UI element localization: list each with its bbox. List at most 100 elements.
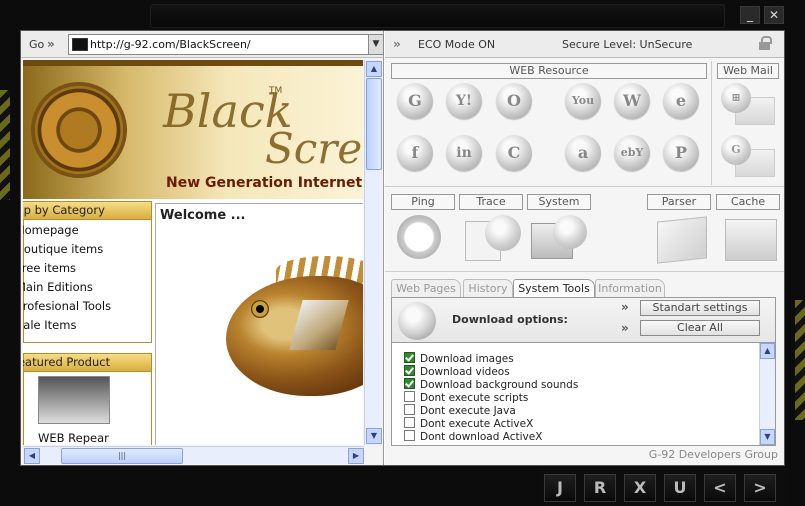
ping-label[interactable]: Ping <box>391 194 455 210</box>
go-arrows-icon[interactable]: » <box>47 37 55 51</box>
option-download-videos[interactable]: Download videos <box>404 365 510 378</box>
options-scrollbar[interactable]: ▲ ▼ <box>759 343 775 445</box>
brand-tm: TM <box>269 86 283 96</box>
category-link[interactable]: Boutique items <box>23 240 151 259</box>
clear-all-button[interactable]: Clear All <box>640 320 760 336</box>
yahoo-icon[interactable]: Y! <box>446 83 482 119</box>
paypal-icon[interactable]: P <box>663 135 699 171</box>
fish-eye <box>251 300 269 318</box>
divider <box>385 271 784 272</box>
amazon-icon[interactable]: a <box>565 135 601 171</box>
facebook-icon[interactable]: f <box>397 135 433 171</box>
linkedin-icon[interactable]: in <box>446 135 482 171</box>
minimize-button[interactable]: _ <box>740 6 760 24</box>
download-globe-icon <box>398 302 436 340</box>
arrows-icon: » <box>621 300 629 314</box>
parser-label[interactable]: Parser <box>647 194 711 210</box>
checkbox[interactable] <box>404 404 415 415</box>
scroll-up-button[interactable]: ▲ <box>366 61 382 77</box>
nav-button-j[interactable]: J <box>544 474 576 502</box>
ebay-icon[interactable]: ebY <box>614 135 650 171</box>
option-no-activex-exec[interactable]: Dont execute ActiveX <box>404 417 533 430</box>
checkbox[interactable] <box>404 430 415 441</box>
wordpress-icon[interactable]: W <box>614 83 650 119</box>
lock-icon[interactable] <box>759 36 772 50</box>
eco-arrows-icon: » <box>393 37 401 51</box>
category-link[interactable]: Main Editions <box>23 278 151 297</box>
secure-level-status: Secure Level: UnSecure <box>562 38 693 51</box>
category-link[interactable]: Free items <box>23 259 151 278</box>
category-link[interactable]: Homepage <box>23 221 151 240</box>
trace-chart-icon[interactable] <box>461 215 523 263</box>
nav-button-r[interactable]: R <box>584 474 616 502</box>
astrolabe-logo-icon <box>35 86 123 174</box>
option-no-activex-download[interactable]: Dont download ActiveX <box>404 430 542 443</box>
gmail-icon[interactable]: G <box>721 135 775 177</box>
checkbox[interactable] <box>404 365 415 376</box>
windows-mail-icon[interactable]: ⊞ <box>721 83 775 125</box>
checkbox[interactable] <box>404 417 415 428</box>
chrome-icon[interactable]: C <box>496 135 532 171</box>
checkbox[interactable] <box>404 391 415 402</box>
scroll-thumb[interactable] <box>366 78 382 170</box>
go-button[interactable]: Go <box>29 38 44 51</box>
url-field[interactable]: http://g-92.com/BlackScreen/ ▼ <box>68 34 384 55</box>
eco-mode-status: ECO Mode ON <box>418 38 496 51</box>
site-tagline: New Generation Internet Tools <box>166 175 363 191</box>
nav-button-close[interactable]: X <box>624 474 656 502</box>
google-icon[interactable]: G <box>397 83 433 119</box>
divider <box>385 186 784 187</box>
tab-system-tools[interactable]: System Tools <box>513 279 595 298</box>
category-header: Shop by Category <box>23 202 151 220</box>
parser-document-icon[interactable] <box>651 215 713 264</box>
opera-icon[interactable]: O <box>496 83 532 119</box>
site-favicon-icon <box>72 38 88 51</box>
download-options-list: Download images Download videos Download… <box>391 342 776 446</box>
youtube-icon[interactable]: You <box>565 83 601 119</box>
right-decor-stripe <box>795 300 805 420</box>
vertical-scrollbar[interactable]: ▲ ▼ <box>364 60 382 445</box>
web-mail-label: Web Mail <box>717 63 779 79</box>
developer-credit: G-92 Developers Group <box>648 448 778 461</box>
close-button[interactable]: ✕ <box>764 6 784 24</box>
horizontal-scrollbar[interactable]: ◀ ||| ▶ <box>23 446 364 464</box>
scroll-right-button[interactable]: ▶ <box>348 448 364 464</box>
brand-word-screen: Screen <box>265 124 363 173</box>
option-download-images[interactable]: Download images <box>404 352 514 365</box>
standart-settings-button[interactable]: Standart settings <box>640 300 760 316</box>
option-no-java[interactable]: Dont execute Java <box>404 404 516 417</box>
options-scroll-up[interactable]: ▲ <box>760 343 775 359</box>
status-bar: » ECO Mode ON Secure Level: UnSecure <box>385 31 784 58</box>
welcome-section: Welcome ... <box>155 203 363 445</box>
nav-back-button[interactable]: < <box>704 474 736 502</box>
category-link[interactable]: Profesional Tools <box>23 297 151 316</box>
featured-product-label[interactable]: WEB Repear <box>38 431 109 445</box>
option-no-scripts[interactable]: Dont execute scripts <box>404 391 528 404</box>
trace-label[interactable]: Trace <box>459 194 523 210</box>
web-resource-label: WEB Resource <box>391 63 707 79</box>
url-text[interactable]: http://g-92.com/BlackScreen/ <box>90 38 251 51</box>
title-rail <box>150 4 725 28</box>
ping-clock-icon[interactable] <box>393 215 455 263</box>
tab-web-pages[interactable]: Web Pages <box>391 279 461 297</box>
cache-box-icon[interactable] <box>719 215 781 263</box>
scroll-left-button[interactable]: ◀ <box>24 448 40 464</box>
featured-product-image[interactable] <box>38 376 110 424</box>
ie-icon[interactable]: e <box>663 83 699 119</box>
options-scroll-down[interactable]: ▼ <box>760 429 775 445</box>
checkbox[interactable] <box>404 352 415 363</box>
cache-label[interactable]: Cache <box>716 194 780 210</box>
nav-forward-button[interactable]: > <box>744 474 776 502</box>
option-download-sounds[interactable]: Download background sounds <box>404 378 578 391</box>
tab-history[interactable]: History <box>463 279 513 297</box>
nav-button-u[interactable]: U <box>664 474 696 502</box>
system-gear-icon[interactable] <box>529 215 591 263</box>
url-dropdown-button[interactable]: ▼ <box>368 35 383 54</box>
tab-information[interactable]: Information <box>595 279 665 297</box>
scroll-down-button[interactable]: ▼ <box>366 428 382 444</box>
system-label[interactable]: System <box>527 194 591 210</box>
hscroll-thumb[interactable]: ||| <box>61 448 183 464</box>
category-link[interactable]: Sale Items <box>23 316 151 335</box>
checkbox[interactable] <box>404 378 415 389</box>
panel-scroll-up[interactable] <box>766 298 774 312</box>
